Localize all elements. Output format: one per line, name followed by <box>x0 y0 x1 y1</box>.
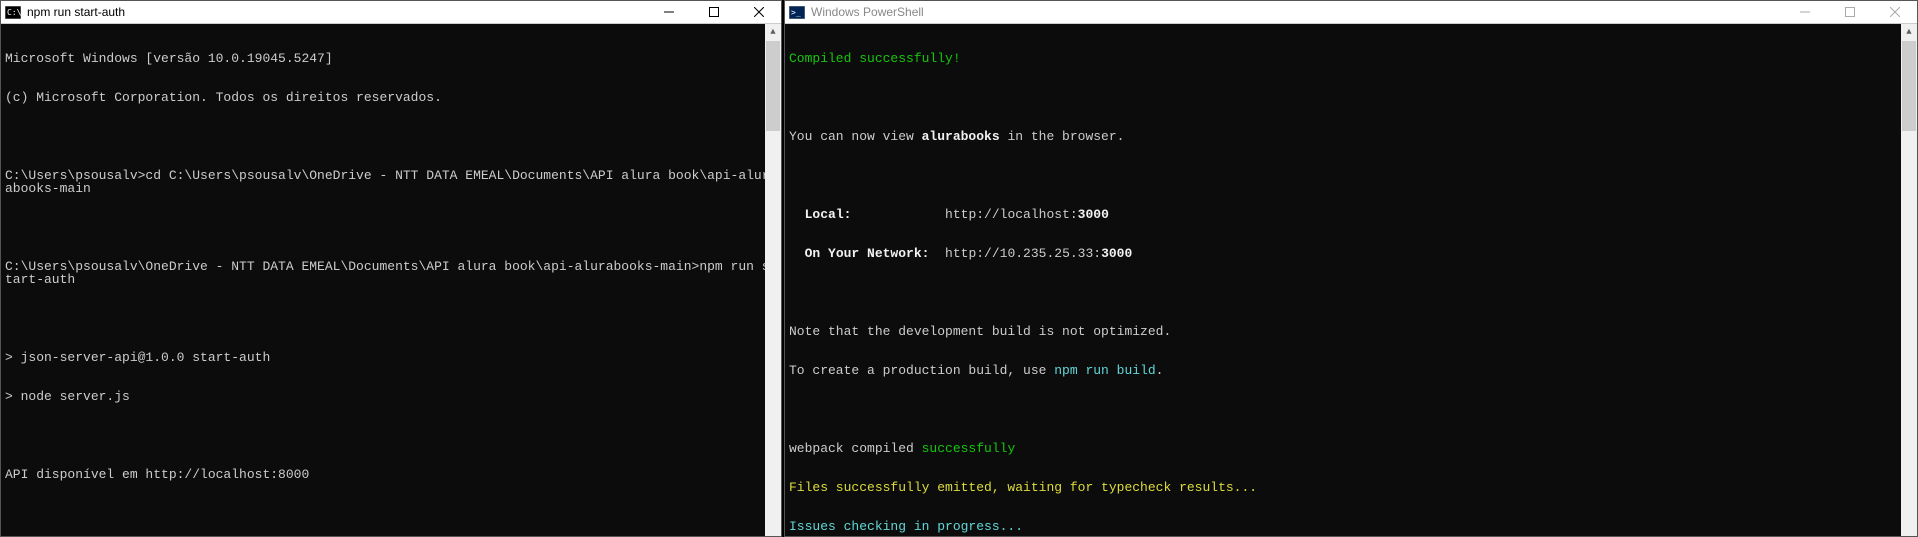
output-line: API disponível em http://localhost:8000 <box>5 468 777 481</box>
output-line: webpack compiled successfully <box>789 442 1913 455</box>
maximize-icon <box>1845 7 1855 17</box>
minimize-button[interactable] <box>646 1 691 23</box>
output-line: Compiled successfully! <box>789 52 1913 65</box>
terminal-right[interactable]: Compiled successfully! You can now view … <box>785 24 1917 536</box>
local-url: http://localhost: <box>945 207 1078 222</box>
scroll-thumb[interactable] <box>766 41 780 131</box>
window-title-left: npm run start-auth <box>27 5 646 19</box>
output-line: > node server.js <box>5 390 777 403</box>
maximize-icon <box>709 7 719 17</box>
close-button[interactable] <box>1872 1 1917 23</box>
minimize-button[interactable] <box>1782 1 1827 23</box>
text: You can now view <box>789 129 922 144</box>
output-line: Files successfully emitted, waiting for … <box>789 481 1913 494</box>
text: To create a production build, use <box>789 363 1054 378</box>
app-name: alurabooks <box>922 129 1000 144</box>
window-title-right: Windows PowerShell <box>811 5 1782 19</box>
output-line: You can now view alurabooks in the brows… <box>789 130 1913 143</box>
maximize-button[interactable] <box>1827 1 1872 23</box>
scroll-thumb[interactable] <box>1902 41 1916 131</box>
terminal-left[interactable]: Microsoft Windows [versão 10.0.19045.524… <box>1 24 781 536</box>
network-label: On Your Network: <box>789 246 945 261</box>
output-line: C:\Users\psousalv>cd C:\Users\psousalv\O… <box>5 169 777 195</box>
network-port: 3000 <box>1101 246 1132 261</box>
network-url: http://10.235.25.33: <box>945 246 1101 261</box>
cmd-icon: C:\ <box>5 4 21 20</box>
titlebar-left[interactable]: C:\ npm run start-auth <box>1 1 781 24</box>
scroll-up-icon[interactable]: ▲ <box>1901 24 1917 40</box>
output-line: > json-server-api@1.0.0 start-auth <box>5 351 777 364</box>
output-line: Microsoft Windows [versão 10.0.19045.524… <box>5 52 777 65</box>
powershell-icon: >_ <box>789 4 805 20</box>
output-line: Local: http://localhost:3000 <box>789 208 1913 221</box>
scrollbar-right[interactable]: ▲ <box>1901 24 1917 536</box>
powershell-window: >_ Windows PowerShell Compiled successfu… <box>784 0 1918 537</box>
text: in the browser. <box>1000 129 1125 144</box>
maximize-button[interactable] <box>691 1 736 23</box>
output-line: On Your Network: http://10.235.25.33:300… <box>789 247 1913 260</box>
svg-text:>_: >_ <box>791 8 801 17</box>
local-label: Local: <box>789 207 945 222</box>
local-port: 3000 <box>1078 207 1109 222</box>
webpack-status: successfully <box>922 441 1016 456</box>
scrollbar-left[interactable]: ▲ <box>765 24 781 536</box>
output-line: Issues checking in progress... <box>789 520 1913 533</box>
close-icon <box>1890 7 1900 17</box>
output-line: Note that the development build is not o… <box>789 325 1913 338</box>
output-line: To create a production build, use npm ru… <box>789 364 1913 377</box>
window-controls-right <box>1782 1 1917 23</box>
minimize-icon <box>664 7 674 17</box>
cmd-window: C:\ npm run start-auth Microsoft Windows… <box>0 0 782 537</box>
titlebar-right[interactable]: >_ Windows PowerShell <box>785 1 1917 24</box>
svg-text:C:\: C:\ <box>7 8 21 17</box>
close-button[interactable] <box>736 1 781 23</box>
build-cmd: npm run build <box>1054 363 1155 378</box>
close-icon <box>754 7 764 17</box>
text: . <box>1156 363 1164 378</box>
text: webpack compiled <box>789 441 922 456</box>
window-controls-left <box>646 1 781 23</box>
output-line: C:\Users\psousalv\OneDrive - NTT DATA EM… <box>5 260 777 286</box>
output-line: (c) Microsoft Corporation. Todos os dire… <box>5 91 777 104</box>
minimize-icon <box>1800 7 1810 17</box>
scroll-up-icon[interactable]: ▲ <box>765 24 781 40</box>
